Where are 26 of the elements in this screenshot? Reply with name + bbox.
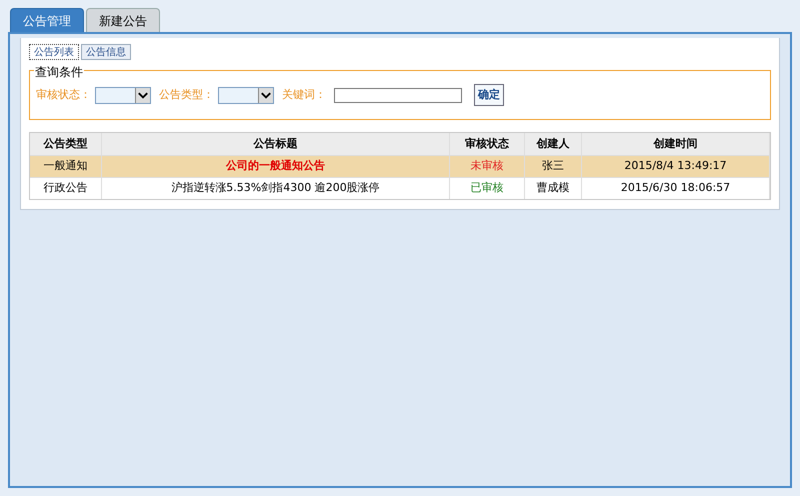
dropdown[interactable] <box>95 86 151 104</box>
legend: 查询条件 <box>34 63 84 81</box>
table-cell-text: 公司的一般通知公告 <box>226 158 325 174</box>
table-cell-text: 沪指逆转涨5.53%剑指4300 逾200股涨停 <box>171 180 380 196</box>
table-row[interactable]: 一般通知 公司的一般通知公告 未审核 张三 2015/8/4 13:49:17 <box>30 155 770 177</box>
tab[interactable]: 公告列表 <box>29 44 79 60</box>
table-cell-text: 一般通知 <box>44 158 88 174</box>
tab[interactable]: 公告信息 <box>81 44 131 60</box>
tab[interactable]: 公告管理 <box>10 8 84 32</box>
table-cell-text: 已审核 <box>470 180 504 196</box>
field-label: 关键词： <box>282 86 326 103</box>
field-label: 公告类型： <box>159 86 214 103</box>
table-row[interactable]: 行政公告 沪指逆转涨5.53%剑指4300 逾200股涨停 已审核 曹成模 2015/6/30 18:06:57 <box>30 177 770 199</box>
dropdown[interactable] <box>218 86 274 104</box>
table-cell-text: 曹成模 <box>536 180 570 196</box>
keyword-field[interactable] <box>334 88 462 102</box>
chevron-down-icon <box>258 88 273 102</box>
table-cell-text: 行政公告 <box>44 180 88 196</box>
tab[interactable]: 新建公告 <box>86 8 160 32</box>
table-cell-text: 2015/8/4 13:49:17 <box>624 158 727 174</box>
table-cell-text: 张三 <box>542 158 564 174</box>
chevron-down-icon <box>135 88 150 102</box>
table-cell-text: 2015/6/30 18:06:57 <box>620 180 730 196</box>
table-cell-text: 未审核 <box>470 158 504 174</box>
confirm-button[interactable]: 确定 <box>474 84 504 106</box>
field-label: 审核状态： <box>36 86 91 103</box>
